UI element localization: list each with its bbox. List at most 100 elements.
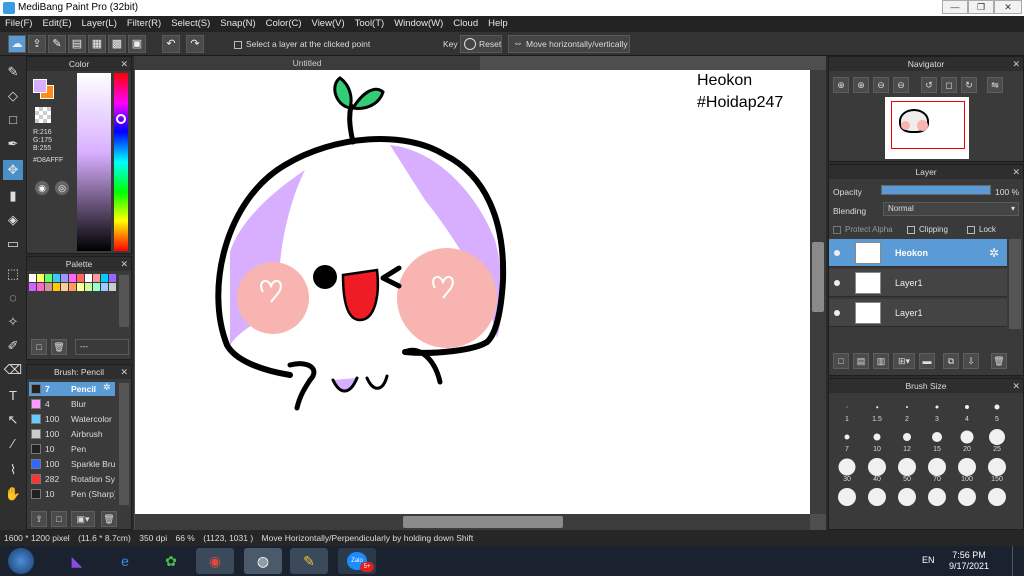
delete-palette-icon[interactable]: 🗑 [51, 339, 67, 355]
brush-item[interactable]: 100 Airbrush [29, 427, 115, 441]
brush-menu-icon[interactable]: ▣▾ [71, 511, 95, 527]
panel-close-icon[interactable]: ✕ [120, 257, 128, 271]
select-eraser-icon[interactable]: ⌫ [3, 360, 23, 380]
brush-settings-gear-icon[interactable]: ✲ [103, 382, 111, 393]
layer-settings-gear-icon[interactable]: ✲ [989, 246, 999, 260]
protect-alpha-checkbox[interactable]: Protect Alpha [833, 225, 893, 234]
visibility-eye-icon[interactable] [834, 250, 840, 256]
drawing-canvas[interactable]: Heokon #Hoidap247 [135, 70, 810, 514]
new-palette-icon[interactable]: □ [31, 339, 47, 355]
merge-layer-icon[interactable]: ⇩ [963, 353, 979, 369]
panel-close-icon[interactable]: ✕ [120, 57, 128, 71]
panel-close-icon[interactable]: ✕ [1012, 57, 1020, 71]
menu-item[interactable]: Cloud [448, 16, 483, 32]
eraser-tool-icon[interactable]: ◇ [3, 86, 23, 106]
new-brush-icon[interactable]: □ [51, 511, 67, 527]
gradient-tool-icon[interactable]: ▭ [3, 234, 23, 254]
palette-scrollbar[interactable] [119, 275, 129, 327]
brush-size-option[interactable]: 20 [953, 427, 981, 455]
brush-size-option[interactable]: 12 [893, 427, 921, 455]
brush-size-option[interactable]: 5 [983, 397, 1011, 425]
brush-size-option[interactable] [983, 487, 1011, 515]
text-tool-icon[interactable]: T [3, 386, 23, 406]
layout-icon[interactable]: ▣ [128, 35, 146, 53]
palette-icon[interactable]: ◉ [35, 181, 49, 195]
palette-swatch[interactable] [101, 283, 108, 291]
document-icon[interactable]: ▦ [88, 35, 106, 53]
palette-swatch[interactable] [93, 274, 100, 282]
lock-checkbox[interactable]: Lock [967, 225, 996, 234]
brush-item[interactable]: 282 Rotation Sym [29, 472, 115, 486]
show-desktop-button[interactable] [1012, 546, 1024, 576]
brush-size-option[interactable]: 10 [863, 427, 891, 455]
transparent-color-swatch[interactable] [35, 107, 51, 123]
foreground-color-swatch[interactable] [33, 79, 47, 93]
color-wheel-icon[interactable]: ◎ [55, 181, 69, 195]
palette-swatch[interactable] [53, 283, 60, 291]
saturation-value-picker[interactable] [77, 73, 111, 251]
blending-select[interactable]: Normal ▾ [883, 202, 1019, 216]
palette-swatch[interactable] [37, 274, 44, 282]
vertical-scrollbar[interactable] [810, 70, 826, 514]
palette-swatch[interactable] [61, 283, 68, 291]
palette-name-field[interactable]: --- [75, 339, 129, 355]
menu-item[interactable]: Color(C) [261, 16, 307, 32]
brush-item[interactable]: 4 Blur [29, 397, 115, 411]
layer-row[interactable]: Layer1 [829, 269, 1007, 297]
brush-item[interactable]: 10 Pen (Sharp) [29, 487, 115, 501]
horizontal-scrollbar[interactable] [135, 514, 810, 530]
palette-swatch[interactable] [37, 283, 44, 291]
palette-swatch[interactable] [69, 274, 76, 282]
palette-swatch[interactable] [45, 283, 52, 291]
select-tool-icon[interactable]: ⬚ [3, 264, 23, 284]
menu-item[interactable]: Select(S) [166, 16, 215, 32]
select-layer-checkbox[interactable]: Select a layer at the clicked point [234, 39, 370, 49]
palette-swatch[interactable] [45, 274, 52, 282]
palette-swatch[interactable] [85, 274, 92, 282]
menu-item[interactable]: Snap(N) [215, 16, 260, 32]
palette-swatch[interactable] [85, 283, 92, 291]
share-icon[interactable]: ⇪ [28, 35, 46, 53]
select-pen-icon[interactable]: ✐ [3, 336, 23, 356]
brush-item[interactable]: 100 Watercolor [29, 412, 115, 426]
menu-item[interactable]: Edit(E) [37, 16, 76, 32]
bucket-tool-icon[interactable]: ◈ [3, 210, 23, 230]
brush-size-option[interactable]: 2 [893, 397, 921, 425]
new-layer-icon[interactable]: □ [833, 353, 849, 369]
delete-layer-icon[interactable]: 🗑 [991, 353, 1007, 369]
menu-item[interactable]: View(V) [307, 16, 350, 32]
move-hv-button[interactable]: ⇔ Move horizontally/vertically [508, 35, 630, 53]
folder-icon[interactable]: ▬ [919, 353, 935, 369]
minimize-button[interactable]: — [942, 0, 968, 14]
new-8bit-layer-icon[interactable]: ▥ [873, 353, 889, 369]
rotate-right-icon[interactable]: ↻ [961, 77, 977, 93]
magic-wand-icon[interactable]: ✧ [3, 312, 23, 332]
brush-size-option[interactable] [923, 487, 951, 515]
brush-size-option[interactable]: 15 [923, 427, 951, 455]
dropper-icon[interactable]: ⌇ [3, 460, 23, 480]
menu-item[interactable]: Layer(L) [77, 16, 122, 32]
delete-brush-icon[interactable]: 🗑 [101, 511, 117, 527]
brush-item[interactable]: 10 Pen [29, 442, 115, 456]
close-button[interactable]: ✕ [994, 0, 1022, 14]
palette-swatch[interactable] [69, 283, 76, 291]
opacity-slider[interactable] [881, 185, 991, 195]
fill-tool-icon[interactable]: ▮ [3, 186, 23, 206]
redo-icon[interactable]: ↷ [186, 35, 204, 53]
brush-size-option[interactable]: 3 [923, 397, 951, 425]
start-button-icon[interactable] [8, 548, 34, 574]
lasso-tool-icon[interactable]: ◌ [3, 288, 23, 308]
brush-scrollbar[interactable] [119, 383, 129, 505]
undo-icon[interactable]: ↶ [162, 35, 180, 53]
layer-row[interactable]: Heokon ✲ [829, 239, 1007, 267]
document-tab[interactable]: Untitled [134, 56, 480, 70]
brush-tool-icon[interactable]: ✎ [3, 62, 23, 82]
hue-slider[interactable] [114, 73, 128, 251]
navigator-viewport[interactable] [891, 101, 965, 149]
brush-size-option[interactable]: 70 [923, 457, 951, 485]
new-halftone-layer-icon[interactable]: ▤ [853, 353, 869, 369]
operation-tool-icon[interactable]: ↖ [3, 410, 23, 430]
brush-size-option[interactable]: 25 [983, 427, 1011, 455]
medibang-icon[interactable]: ◍ [244, 548, 282, 574]
clipping-checkbox[interactable]: Clipping [907, 225, 948, 234]
